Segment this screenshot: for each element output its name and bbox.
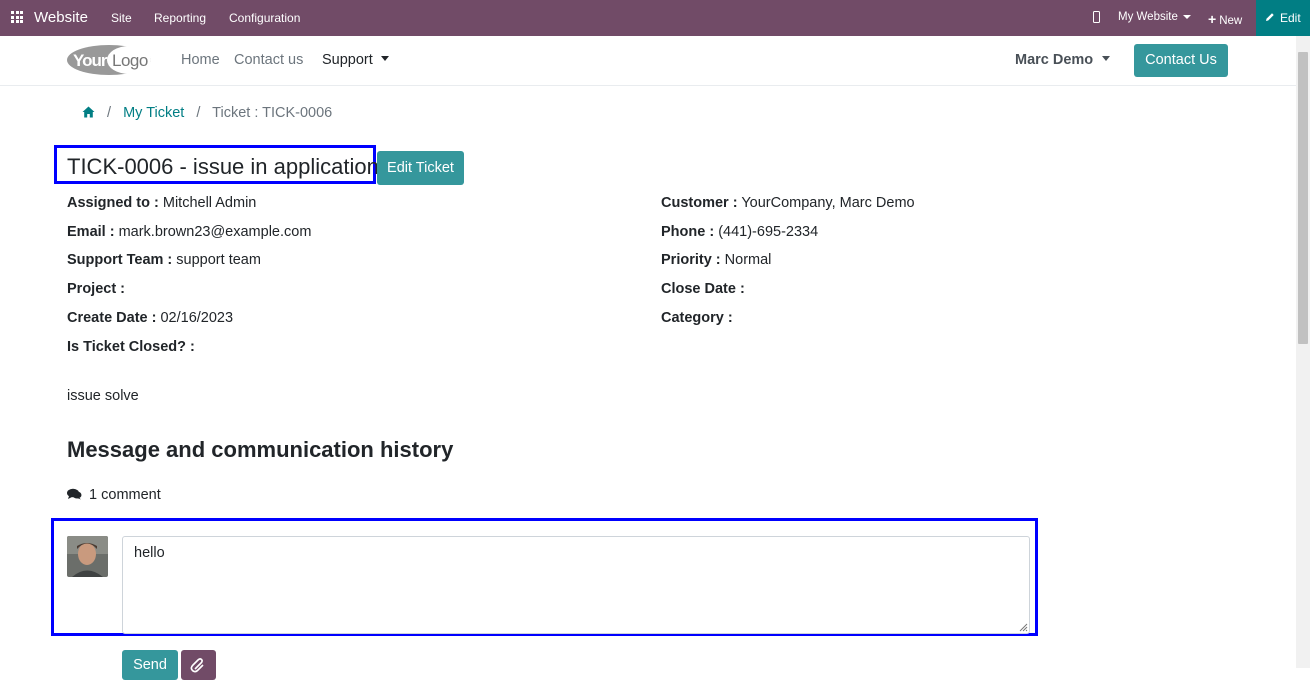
comment-count: 1 comment — [67, 487, 161, 504]
ticket-description: issue solve — [67, 388, 139, 404]
field-value: YourCompany, Marc Demo — [741, 195, 915, 211]
contact-us-button[interactable]: Contact Us — [1134, 44, 1228, 77]
nav-home[interactable]: Home — [181, 52, 220, 68]
home-icon[interactable] — [82, 106, 95, 122]
plus-icon: + — [1208, 11, 1217, 27]
field-label: Priority : — [661, 252, 721, 268]
field-category: Category : — [661, 310, 733, 326]
resize-grip-icon[interactable] — [1018, 622, 1028, 632]
field-label: Phone : — [661, 224, 715, 240]
breadcrumb-separator: / — [107, 105, 112, 121]
menu-site[interactable]: Site — [111, 11, 132, 25]
caret-down-icon — [1102, 55, 1111, 61]
edit-label: Edit — [1280, 11, 1301, 25]
paperclip-icon — [190, 658, 204, 673]
field-label: Customer : — [661, 195, 738, 211]
field-assigned-to: Assigned to : Mitchell Admin — [67, 195, 256, 211]
field-label: Email : — [67, 224, 115, 240]
field-value: support team — [176, 252, 261, 268]
comment-count-label: 1 comment — [89, 487, 161, 503]
message-history-heading: Message and communication history — [67, 437, 454, 462]
attach-button[interactable] — [181, 650, 216, 680]
apps-grid-icon[interactable] — [11, 11, 23, 23]
field-label: Create Date : — [67, 310, 157, 326]
caret-down-icon — [380, 55, 389, 61]
field-close-date: Close Date : — [661, 281, 745, 297]
breadcrumb-my-ticket[interactable]: My Ticket — [123, 105, 184, 121]
avatar — [67, 536, 108, 577]
caret-down-icon — [1182, 14, 1191, 19]
menu-reporting[interactable]: Reporting — [154, 11, 206, 25]
my-website-dropdown[interactable]: My Website — [1118, 11, 1191, 23]
field-label: Is Ticket Closed? : — [67, 339, 195, 355]
field-priority: Priority : Normal — [661, 252, 771, 268]
send-button[interactable]: Send — [122, 650, 178, 680]
menu-configuration[interactable]: Configuration — [229, 11, 300, 25]
message-input[interactable]: hello — [122, 536, 1030, 634]
nav-contact-us[interactable]: Contact us — [234, 52, 303, 68]
edit-ticket-button[interactable]: Edit Ticket — [377, 151, 464, 185]
nav-support-label: Support — [322, 52, 373, 68]
svg-text:Logo: Logo — [112, 51, 148, 70]
field-support-team: Support Team : support team — [67, 252, 261, 268]
breadcrumb-current: Ticket : TICK-0006 — [212, 105, 333, 121]
comments-icon — [67, 488, 82, 504]
field-label: Assigned to : — [67, 195, 159, 211]
edit-button[interactable]: Edit — [1256, 0, 1310, 36]
field-label: Support Team : — [67, 252, 173, 268]
field-phone: Phone : (441)-695-2334 — [661, 224, 818, 240]
field-label: Close Date : — [661, 281, 745, 297]
new-label: New — [1219, 15, 1243, 27]
new-button[interactable]: + New — [1208, 11, 1242, 27]
field-value: mark.brown23@example.com — [118, 224, 312, 240]
user-menu-dropdown[interactable]: Marc Demo — [1015, 52, 1111, 68]
mobile-preview-icon[interactable] — [1093, 11, 1100, 23]
field-email: Email : mark.brown23@example.com — [67, 224, 311, 240]
my-website-label: My Website — [1118, 11, 1178, 23]
user-name: Marc Demo — [1015, 52, 1094, 68]
field-customer: Customer : YourCompany, Marc Demo — [661, 195, 915, 211]
admin-navbar: Website Site Reporting Configuration My … — [0, 0, 1310, 36]
field-label: Project : — [67, 281, 126, 297]
page-scrollbar[interactable] — [1296, 36, 1310, 668]
your-logo-image: Your Logo — [67, 45, 151, 75]
field-value: Normal — [724, 252, 772, 268]
field-create-date: Create Date : 02/16/2023 — [67, 310, 233, 326]
breadcrumb-separator: / — [196, 105, 201, 121]
site-header: Your Logo Home Contact us Support Marc D… — [0, 36, 1296, 86]
field-value: Mitchell Admin — [162, 195, 257, 211]
field-value: 02/16/2023 — [160, 310, 234, 326]
field-value: (441)-695-2334 — [718, 224, 819, 240]
svg-text:Your: Your — [73, 51, 108, 70]
field-label: Category : — [661, 310, 733, 326]
scrollbar-thumb[interactable] — [1298, 52, 1308, 344]
app-brand[interactable]: Website — [34, 9, 88, 26]
nav-support-dropdown[interactable]: Support — [322, 52, 389, 68]
pencil-icon — [1266, 13, 1274, 21]
ticket-title: TICK-0006 - issue in application — [67, 154, 379, 179]
field-is-ticket-closed: Is Ticket Closed? : — [67, 339, 195, 355]
company-logo[interactable]: Your Logo — [67, 43, 153, 84]
breadcrumb: / My Ticket / Ticket : TICK-0006 — [82, 105, 332, 122]
field-project: Project : — [67, 281, 125, 297]
